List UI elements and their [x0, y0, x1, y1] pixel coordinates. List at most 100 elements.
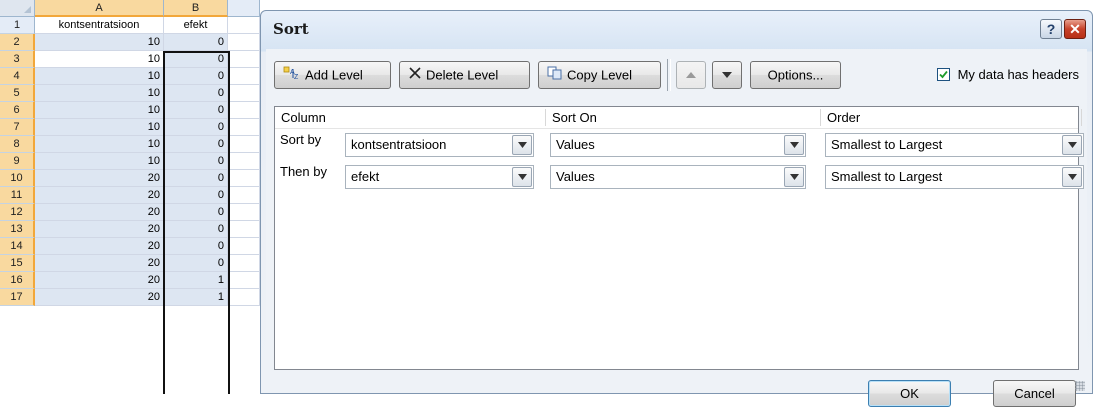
row-number[interactable]: 13 [0, 221, 35, 238]
row-number[interactable]: 4 [0, 68, 35, 85]
cell-a[interactable]: 10 [35, 136, 164, 153]
cell-c[interactable] [228, 136, 260, 153]
cell-c[interactable] [228, 85, 260, 102]
cell-c[interactable] [228, 289, 260, 306]
cell-c[interactable] [228, 272, 260, 289]
help-button[interactable]: ? [1040, 19, 1062, 39]
column-header-c[interactable] [228, 0, 260, 17]
cell-a[interactable]: 20 [35, 289, 164, 306]
cell-a[interactable]: 20 [35, 187, 164, 204]
chevron-down-icon[interactable] [512, 135, 532, 155]
row-number[interactable]: 15 [0, 255, 35, 272]
cell-b[interactable]: 0 [164, 255, 228, 272]
cell-a[interactable]: 20 [35, 255, 164, 272]
row-number[interactable]: 6 [0, 102, 35, 119]
cell-c[interactable] [228, 221, 260, 238]
resize-grip[interactable] [1075, 381, 1085, 391]
cell-c[interactable] [228, 17, 260, 34]
sort-by-order-select[interactable]: Smallest to Largest [825, 133, 1084, 157]
cell-b[interactable]: efekt [164, 17, 228, 34]
chevron-down-icon[interactable] [784, 135, 804, 155]
chevron-down-icon[interactable] [784, 167, 804, 187]
cell-c[interactable] [228, 255, 260, 272]
cell-b[interactable]: 1 [164, 272, 228, 289]
row-number[interactable]: 1 [0, 17, 35, 34]
row-number[interactable]: 16 [0, 272, 35, 289]
then-by-column-select[interactable]: efekt [345, 165, 534, 189]
options-button[interactable]: Options... [750, 61, 841, 89]
cell-b[interactable]: 0 [164, 68, 228, 85]
cell-b[interactable]: 0 [164, 153, 228, 170]
column-header-b[interactable]: B [164, 0, 228, 17]
cell-b[interactable]: 0 [164, 102, 228, 119]
cell-b[interactable]: 1 [164, 289, 228, 306]
cell-b[interactable]: 0 [164, 119, 228, 136]
row-number[interactable]: 17 [0, 289, 35, 306]
cell-a[interactable]: 20 [35, 221, 164, 238]
cell-a[interactable]: 10 [35, 51, 164, 68]
cell-c[interactable] [228, 119, 260, 136]
cell-b[interactable]: 0 [164, 34, 228, 51]
my-data-has-headers-checkbox[interactable]: My data has headers [936, 66, 1079, 84]
select-all-corner[interactable] [0, 0, 35, 17]
cell-c[interactable] [228, 102, 260, 119]
cell-a[interactable]: 20 [35, 170, 164, 187]
cell-a[interactable]: 10 [35, 68, 164, 85]
cell-a[interactable]: 10 [35, 119, 164, 136]
cell-a[interactable]: 10 [35, 85, 164, 102]
sort-level-row[interactable]: Sort by kontsentratsioon Values Smallest… [275, 128, 1084, 160]
move-down-button[interactable] [712, 61, 742, 89]
sort-by-sort-on-select[interactable]: Values [550, 133, 806, 157]
cell-a[interactable]: 20 [35, 204, 164, 221]
row-number[interactable]: 14 [0, 238, 35, 255]
dialog-title: Sort [273, 20, 309, 38]
column-header-a[interactable]: A [35, 0, 164, 17]
row-number[interactable]: 11 [0, 187, 35, 204]
cell-b[interactable]: 0 [164, 85, 228, 102]
then-by-sort-on-select[interactable]: Values [550, 165, 806, 189]
dialog-titlebar[interactable]: Sort ? ✕ [261, 11, 1092, 45]
row-number[interactable]: 9 [0, 153, 35, 170]
row-number[interactable]: 8 [0, 136, 35, 153]
cell-b[interactable]: 0 [164, 187, 228, 204]
cell-c[interactable] [228, 34, 260, 51]
chevron-down-icon[interactable] [1062, 135, 1082, 155]
row-number[interactable]: 5 [0, 85, 35, 102]
cell-c[interactable] [228, 187, 260, 204]
cell-b[interactable]: 0 [164, 51, 228, 68]
select-value: Smallest to Largest [831, 169, 943, 184]
close-button[interactable]: ✕ [1064, 19, 1086, 39]
cell-b[interactable]: 0 [164, 136, 228, 153]
cell-c[interactable] [228, 153, 260, 170]
move-up-button[interactable] [676, 61, 706, 89]
cell-c[interactable] [228, 204, 260, 221]
row-number[interactable]: 12 [0, 204, 35, 221]
row-number[interactable]: 3 [0, 51, 35, 68]
row-number[interactable]: 10 [0, 170, 35, 187]
cell-b[interactable]: 0 [164, 170, 228, 187]
cell-a[interactable]: 10 [35, 153, 164, 170]
copy-level-button[interactable]: Copy Level [538, 61, 661, 89]
cell-a[interactable]: 20 [35, 272, 164, 289]
cell-a[interactable]: 10 [35, 102, 164, 119]
cell-b[interactable]: 0 [164, 221, 228, 238]
cell-a[interactable]: 20 [35, 238, 164, 255]
chevron-down-icon[interactable] [1062, 167, 1082, 187]
row-number[interactable]: 2 [0, 34, 35, 51]
cell-c[interactable] [228, 170, 260, 187]
cell-a[interactable]: 10 [35, 34, 164, 51]
delete-level-button[interactable]: Delete Level [399, 61, 530, 89]
chevron-down-icon[interactable] [512, 167, 532, 187]
sort-by-column-select[interactable]: kontsentratsioon [345, 133, 534, 157]
cell-c[interactable] [228, 238, 260, 255]
cell-b[interactable]: 0 [164, 238, 228, 255]
cell-b[interactable]: 0 [164, 204, 228, 221]
add-level-button[interactable]: A Z Add Level [274, 61, 391, 89]
cell-c[interactable] [228, 51, 260, 68]
checkbox-checked-icon[interactable] [936, 68, 950, 82]
cell-a[interactable]: kontsentratsioon [35, 17, 164, 34]
then-by-level-row[interactable]: Then by efekt Values Smallest to Largest [275, 160, 1084, 192]
row-number[interactable]: 7 [0, 119, 35, 136]
then-by-order-select[interactable]: Smallest to Largest [825, 165, 1084, 189]
cell-c[interactable] [228, 68, 260, 85]
